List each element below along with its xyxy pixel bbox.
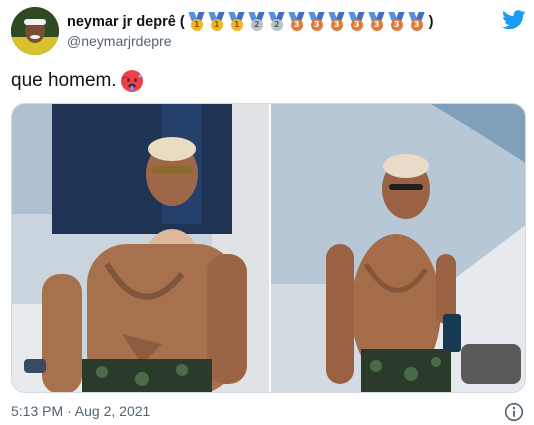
avatar-image (11, 7, 59, 55)
medal-digit: 3 (350, 19, 363, 31)
medal-bronze-icon: 3 (407, 12, 426, 32)
medal-digit: 2 (250, 19, 263, 31)
medal-digit: 3 (290, 19, 303, 31)
medal-digit: 1 (190, 19, 203, 31)
medal-bronze-icon: 3 (387, 12, 406, 32)
display-name-close: ) (428, 14, 434, 30)
tweet-timestamp[interactable]: 5:13 PM · Aug 2, 2021 (11, 403, 150, 419)
medal-silver-icon: 2 (267, 12, 286, 32)
photo-right[interactable] (271, 104, 525, 392)
photo-right-image (271, 104, 525, 392)
medal-bronze-icon: 3 (367, 12, 386, 32)
medal-bronze-icon: 3 (327, 12, 346, 32)
author-avatar[interactable] (11, 7, 59, 55)
medal-digit: 2 (270, 19, 283, 31)
tweet-media-grid (11, 103, 526, 393)
medal-emoji-list: 111223333333 (187, 12, 427, 32)
medal-bronze-icon: 3 (347, 12, 366, 32)
medal-digit: 1 (230, 19, 243, 31)
info-icon[interactable] (504, 402, 524, 422)
twitter-bird-icon[interactable] (502, 10, 526, 30)
medal-gold-icon: 1 (207, 12, 226, 32)
tweet-card: neymar jr deprê ( 111223333333 ) @neymar… (0, 0, 534, 425)
photo-left-image (12, 104, 269, 392)
medal-digit: 3 (330, 19, 343, 31)
medal-digit: 1 (210, 19, 223, 31)
medal-digit: 3 (410, 19, 423, 31)
photo-left[interactable] (12, 104, 269, 392)
author-display-name[interactable]: neymar jr deprê ( 111223333333 ) (67, 12, 434, 32)
medal-silver-icon: 2 (247, 12, 266, 32)
hot-face-emoji-icon (120, 70, 143, 92)
medal-gold-icon: 1 (187, 12, 206, 32)
display-name-text: neymar jr deprê ( (67, 14, 185, 30)
tweet-text: que homem. (11, 70, 117, 91)
medal-gold-icon: 1 (227, 12, 246, 32)
medal-digit: 3 (390, 19, 403, 31)
medal-digit: 3 (310, 19, 323, 31)
medal-bronze-icon: 3 (307, 12, 326, 32)
medal-digit: 3 (370, 19, 383, 31)
tweet-body: que homem. (11, 69, 144, 93)
medal-bronze-icon: 3 (287, 12, 306, 32)
author-handle[interactable]: @neymarjrdepre (67, 33, 171, 49)
